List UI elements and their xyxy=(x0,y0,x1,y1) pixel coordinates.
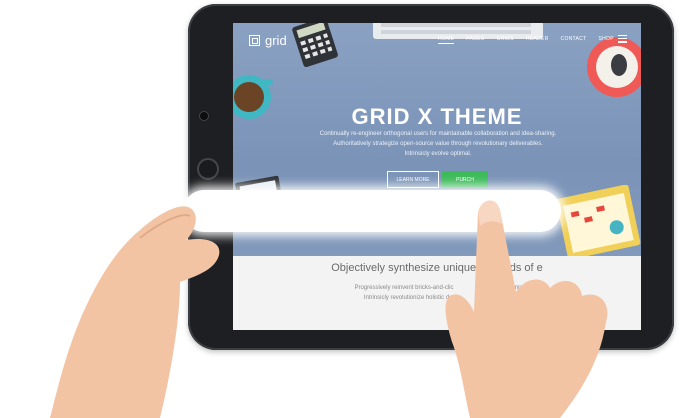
hero-subtitle: Continually re-engineer orthogonal users… xyxy=(293,129,583,159)
home-button[interactable] xyxy=(197,158,219,180)
logo-text: grid xyxy=(265,33,287,48)
nav-contact[interactable]: CONTACT xyxy=(561,36,587,44)
calculator-icon xyxy=(292,23,338,67)
right-hand xyxy=(445,200,608,418)
camera-icon xyxy=(200,112,208,120)
logo-square-icon xyxy=(249,35,260,46)
nav-shop[interactable]: SHOP xyxy=(598,36,613,44)
hamburger-icon[interactable] xyxy=(618,35,627,45)
hero-sub-line: Continually re-engineer orthogonal users… xyxy=(319,131,557,137)
hero-title: GRID X THEME xyxy=(351,104,523,129)
site-logo[interactable]: grid xyxy=(249,33,287,48)
nav-pages[interactable]: PAGES xyxy=(466,36,484,44)
hero-sub-line: Authoritatively strategize open-source v… xyxy=(333,141,543,147)
main-nav: HOME PAGES GRIDS HEADER CONTACT SHOP xyxy=(438,36,614,44)
left-hand xyxy=(50,206,220,418)
nav-grids[interactable]: GRIDS xyxy=(497,36,514,44)
nav-header[interactable]: HEADER xyxy=(526,36,549,44)
hero-sub-line: Intrinsicly evolve optimal. xyxy=(404,151,472,157)
nav-home[interactable]: HOME xyxy=(438,36,455,44)
